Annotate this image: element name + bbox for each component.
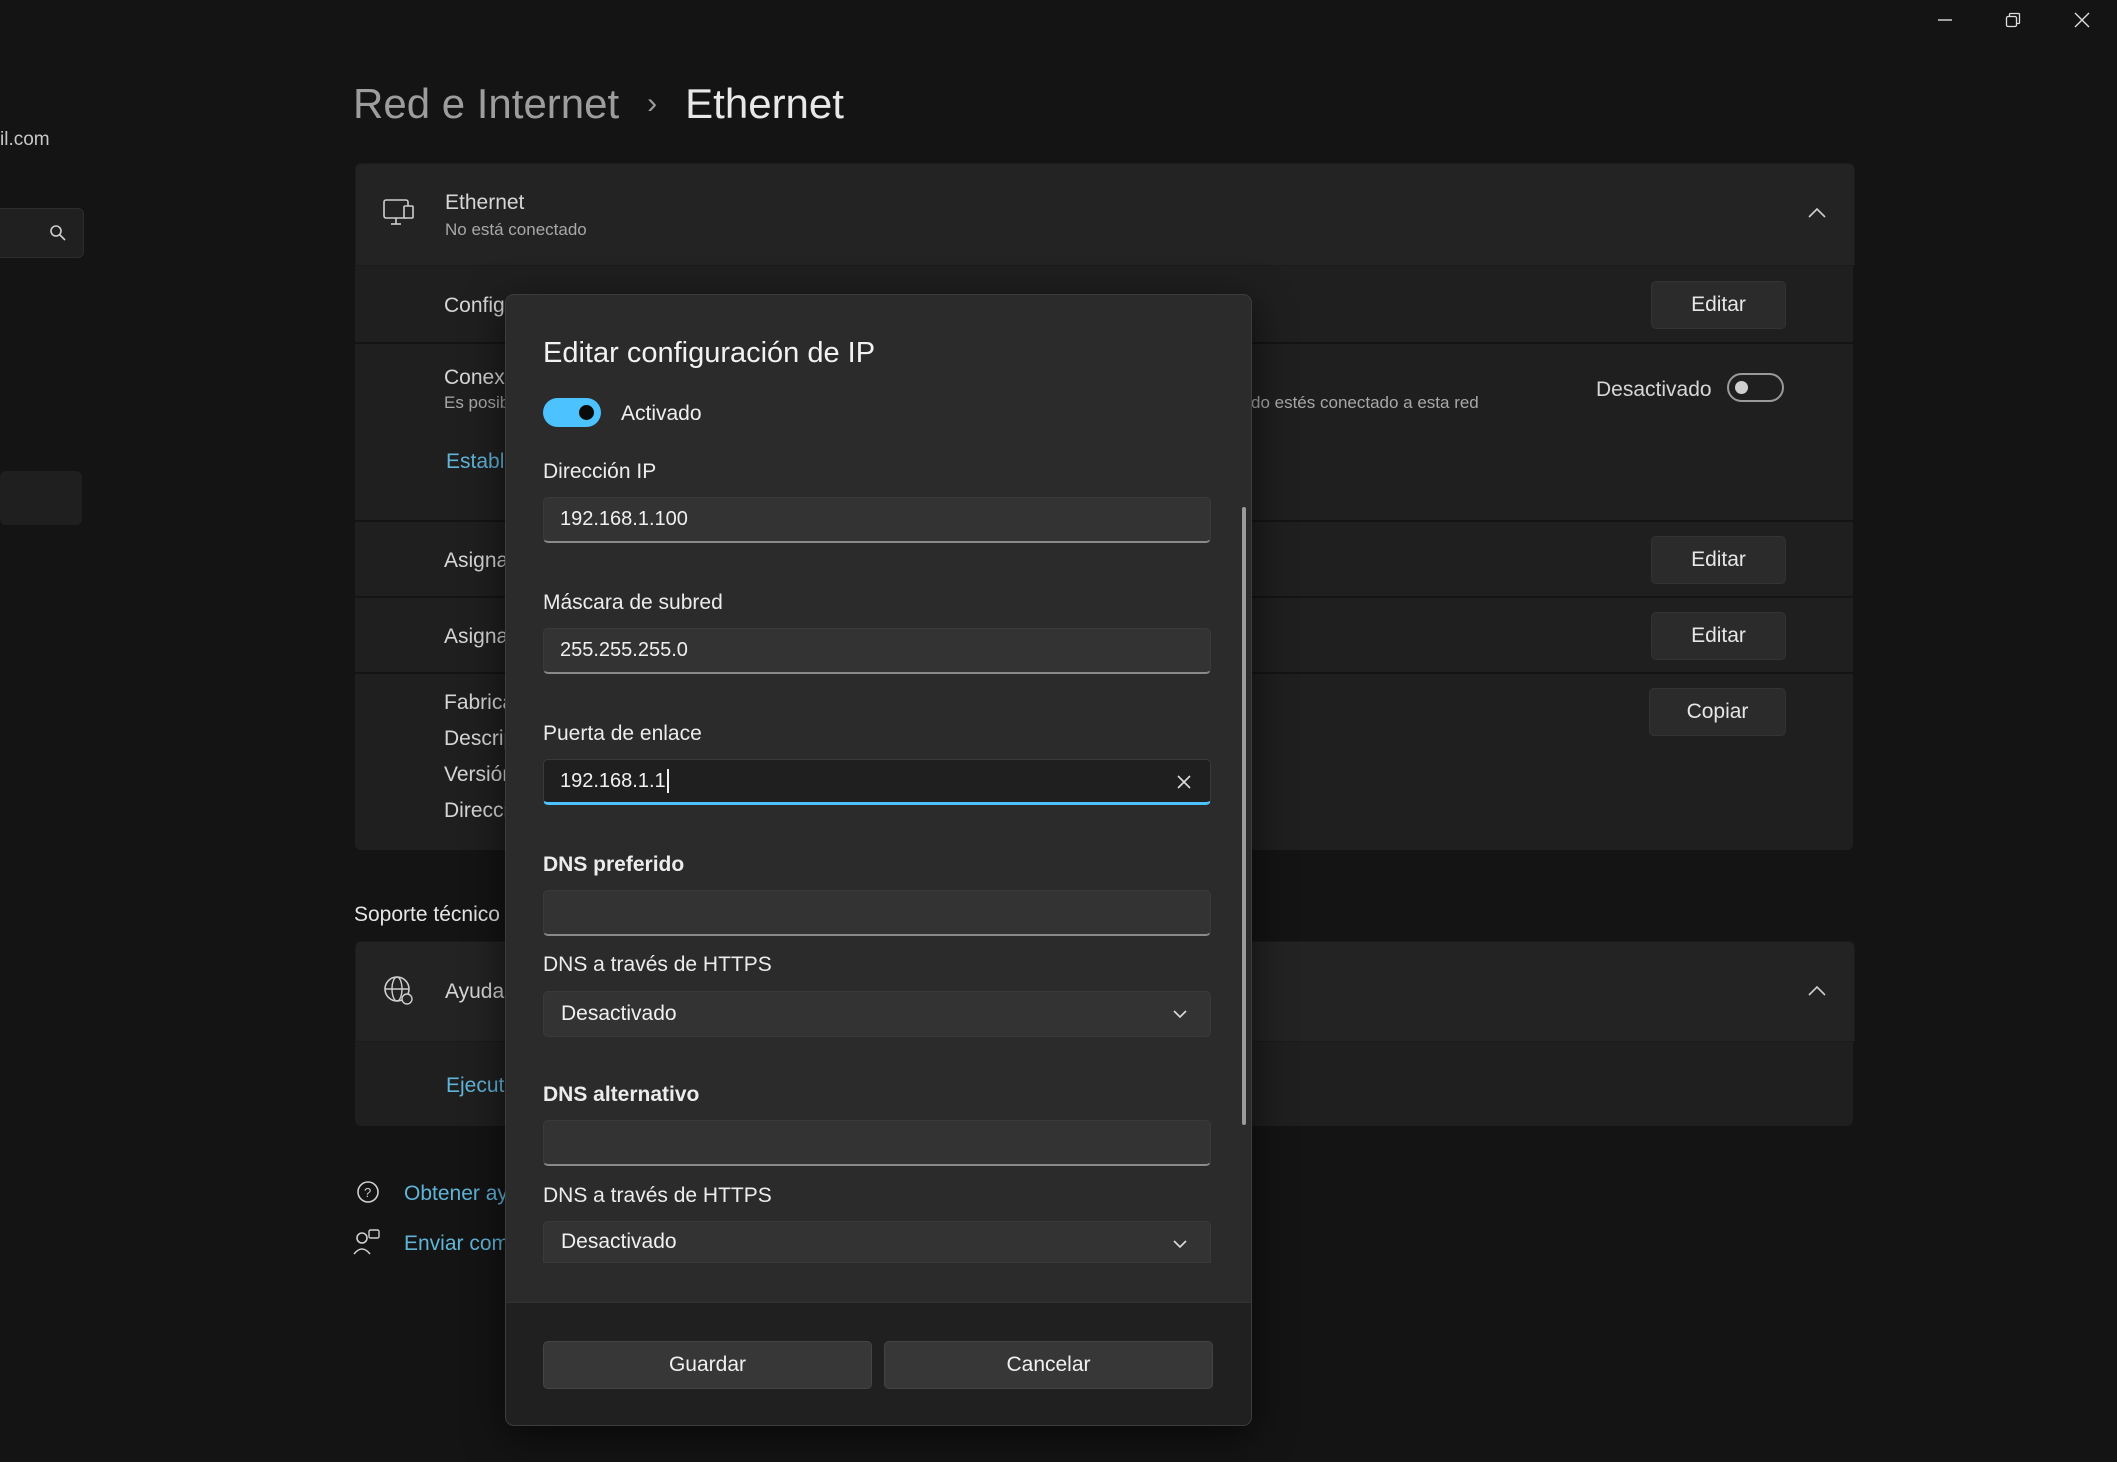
support-heading: Soporte técnico (354, 903, 500, 926)
doh-preferred-value: Desactivado (561, 1002, 677, 1025)
edit-config-button[interactable]: Editar (1651, 281, 1786, 329)
preferred-dns-label: DNS preferido (543, 853, 685, 876)
doh-alternate-value: Desactivado (561, 1230, 677, 1253)
ethernet-icon (383, 199, 414, 225)
ethernet-status: No está conectado (445, 220, 587, 239)
metered-toggle[interactable] (1727, 373, 1784, 402)
edit-ip-button[interactable]: Editar (1651, 536, 1786, 584)
row-desc: Es posib (444, 393, 510, 412)
text-caret (666, 769, 669, 793)
doh-preferred-label: DNS a través de HTTPS (543, 953, 772, 976)
ethernet-card-header[interactable]: Ethernet No está conectado (355, 163, 1855, 266)
chevron-down-icon (1173, 1010, 1187, 1019)
alternate-dns-input[interactable] (543, 1120, 1211, 1166)
ip-address-input[interactable]: 192.168.1.100 (543, 497, 1211, 543)
edit-dns-button[interactable]: Editar (1651, 612, 1786, 660)
sidebar-item-network[interactable] (0, 471, 82, 525)
doh-preferred-select[interactable]: Desactivado (543, 991, 1211, 1037)
alternate-dns-label: DNS alternativo (543, 1083, 700, 1106)
feedback-icon (353, 1229, 380, 1255)
search-icon (50, 225, 66, 241)
property-label: Fabrica (444, 691, 515, 714)
restore-icon (2005, 12, 2021, 28)
search-box[interactable] (0, 208, 84, 258)
save-button[interactable]: Guardar (543, 1341, 872, 1389)
row-label: Conexi (444, 366, 510, 389)
row-desc-right: do estés conectado a esta red (1251, 393, 1479, 412)
restore-button[interactable] (1979, 0, 2047, 40)
ipv4-toggle[interactable] (543, 398, 601, 427)
gateway-label: Puerta de enlace (543, 722, 702, 745)
breadcrumb-separator: › (647, 87, 658, 120)
globe-icon (384, 976, 413, 1005)
get-help-link[interactable]: Obtener ay (404, 1182, 508, 1206)
toggle-knob (1735, 381, 1748, 394)
edit-ip-dialog: Editar configuración de IP Activado Dire… (505, 294, 1252, 1426)
gateway-value: 192.168.1.1 (560, 769, 666, 792)
metered-toggle-label: Desactivado (1596, 378, 1712, 401)
row-label: Config (444, 294, 505, 317)
breadcrumb: Red e Internet › Ethernet (353, 80, 844, 128)
close-button[interactable] (2048, 0, 2116, 40)
help-label: Ayuda (445, 980, 505, 1003)
minimize-button[interactable] (1911, 0, 1979, 40)
page-title: Ethernet (685, 80, 844, 127)
subnet-mask-label: Máscara de subred (543, 591, 723, 614)
row-label: Asigna (444, 549, 509, 572)
row-label: Asigna (444, 625, 509, 648)
minimize-icon (1938, 19, 1952, 21)
subnet-mask-input[interactable]: 255.255.255.0 (543, 628, 1211, 674)
svg-text:?: ? (364, 1185, 371, 1200)
get-help-icon: ? (357, 1181, 379, 1203)
breadcrumb-parent[interactable]: Red e Internet (353, 80, 619, 128)
dialog-title: Editar configuración de IP (543, 337, 876, 369)
dialog-scrollbar[interactable] (1242, 507, 1246, 1125)
ethernet-title: Ethernet (445, 191, 525, 214)
doh-alternate-label: DNS a través de HTTPS (543, 1184, 772, 1207)
cancel-button[interactable]: Cancelar (884, 1341, 1213, 1389)
copy-button[interactable]: Copiar (1649, 688, 1786, 736)
preferred-dns-input[interactable] (543, 890, 1211, 936)
property-label: Direcci (444, 799, 509, 822)
gateway-input[interactable]: 192.168.1.1 (543, 759, 1211, 805)
send-feedback-link[interactable]: Enviar com (404, 1232, 509, 1256)
subnet-mask-value: 255.255.255.0 (560, 639, 688, 661)
account-email: il.com (0, 129, 50, 150)
ip-address-value: 192.168.1.100 (560, 508, 688, 530)
chevron-down-icon (1173, 1240, 1187, 1249)
ip-address-label: Dirección IP (543, 460, 657, 483)
property-label: Versión (444, 763, 515, 786)
clear-icon[interactable] (1176, 774, 1192, 790)
ipv4-toggle-label: Activado (621, 402, 702, 425)
doh-alternate-select[interactable]: Desactivado (543, 1221, 1211, 1263)
chevron-up-icon[interactable] (1807, 984, 1827, 998)
close-icon (2074, 12, 2090, 28)
chevron-up-icon[interactable] (1807, 206, 1827, 220)
toggle-knob (579, 405, 594, 420)
